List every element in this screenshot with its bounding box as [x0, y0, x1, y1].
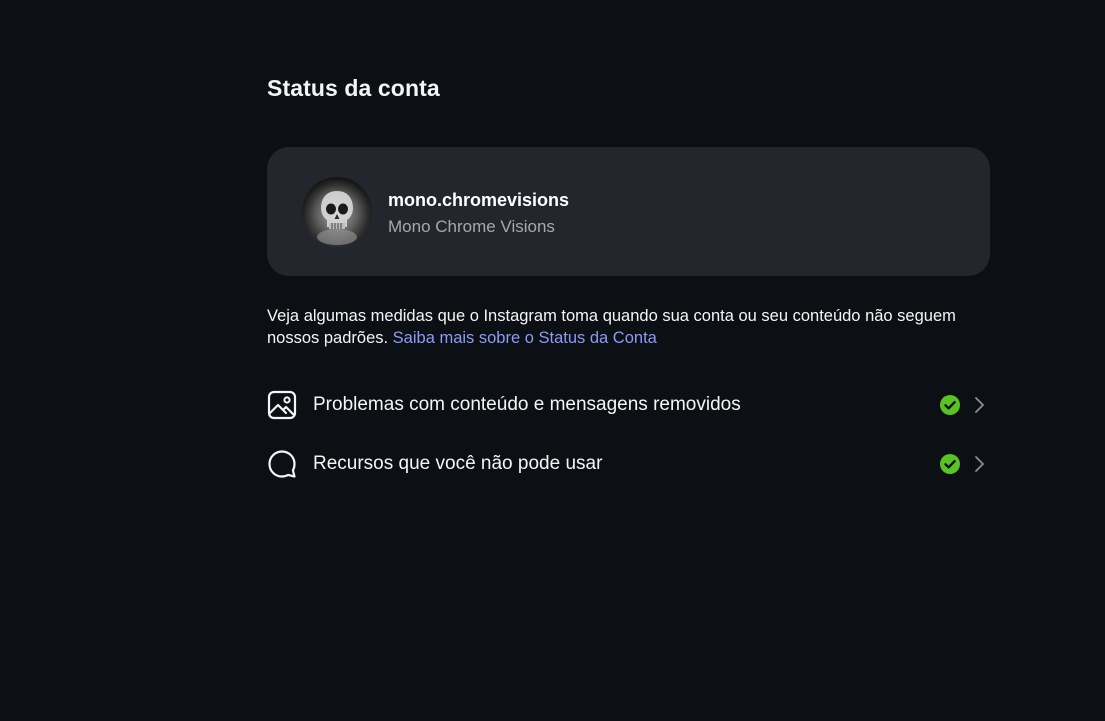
skull-avatar-icon: [302, 177, 372, 247]
status-item-label: Problemas com conteúdo e mensagens remov…: [313, 394, 741, 415]
account-card: mono.chromevisions Mono Chrome Visions: [267, 147, 990, 276]
account-status-description: Veja algumas medidas que o Instagram tom…: [267, 305, 967, 349]
chevron-right-icon: [975, 397, 984, 413]
status-item-label: Recursos que você não pode usar: [313, 453, 603, 474]
account-username: mono.chromevisions: [388, 190, 570, 210]
account-full-name: Mono Chrome Visions: [388, 217, 555, 236]
learn-more-link[interactable]: Saiba mais sobre o Status da Conta: [393, 329, 657, 347]
page-title: Status da conta: [267, 75, 440, 101]
image-icon: [267, 390, 297, 420]
avatar: [302, 177, 372, 247]
chevron-right-icon: [975, 456, 984, 472]
status-item-removed-content[interactable]: Problemas com conteúdo e mensagens remov…: [267, 385, 990, 425]
chat-bubble-icon: [268, 450, 296, 478]
account-status-page: Status da conta mono.chromevisions Mono …: [0, 0, 1105, 721]
check-circle-icon: [940, 395, 960, 415]
check-circle-icon: [940, 454, 960, 474]
status-item-restricted-features[interactable]: Recursos que você não pode usar: [267, 444, 990, 484]
